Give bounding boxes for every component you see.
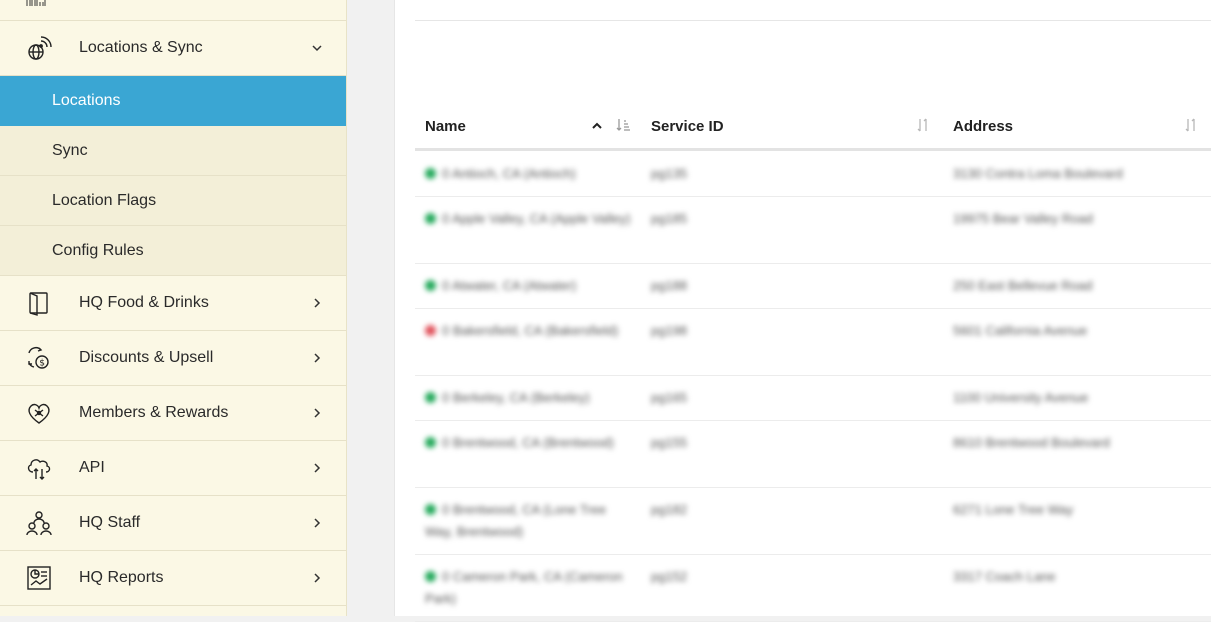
sidebar-item-config-rules[interactable]: Config Rules <box>0 226 346 276</box>
table-row[interactable]: 0 Brentwood, CA (Lone Tree Way, Brentwoo… <box>415 487 1211 555</box>
sidebar-item-label: HQ Reports <box>79 569 164 586</box>
cell-address: 6271 Lone Tree Way <box>953 502 1074 517</box>
discount-exchange-icon: $ <box>26 345 52 371</box>
status-dot-icon <box>425 213 436 224</box>
cell-location-name[interactable]: 0 Cameron Park, CA (Cameron Park) <box>425 566 635 610</box>
table-row[interactable]: 0 Berkeley, CA (Berkeley) pg165 1100 Unive… <box>415 375 1211 421</box>
table-row[interactable]: 0 Antioch, CA (Antioch) pg135 3130 Contra … <box>415 151 1211 197</box>
sort-order-icon[interactable] <box>615 117 631 138</box>
table-row[interactable]: 0 Brentwood, CA (Brentwood) pg155 8610 Bre… <box>415 420 1211 488</box>
cell-location-name[interactable]: 0 Bakersfield, CA (Bakersfield) <box>425 320 635 342</box>
sidebar-item-discounts-upsell[interactable]: $ Discounts & Upsell <box>0 331 346 386</box>
status-dot-icon <box>425 325 436 336</box>
sidebar-item-hq-reports[interactable]: HQ Reports <box>0 551 346 606</box>
status-dot-icon <box>425 392 436 403</box>
cell-service-id: pg198 <box>651 323 688 338</box>
table-row[interactable]: 0 Apple Valley, CA (Apple Valley) pg185 19… <box>415 196 1211 264</box>
chevron-right-icon <box>312 408 322 418</box>
status-dot-icon <box>425 504 436 515</box>
column-header-service-id[interactable]: Service ID <box>651 118 724 135</box>
location-name-text: 0 Antioch, CA (Antioch) <box>442 166 576 181</box>
sort-ascending-icon[interactable] <box>591 119 603 137</box>
cloud-transfer-icon <box>26 455 52 481</box>
cell-service-id: pg155 <box>651 435 688 450</box>
chevron-right-icon <box>312 353 322 363</box>
sidebar-item-hq-food-drinks[interactable]: HQ Food & Drinks <box>0 276 346 331</box>
cell-location-name[interactable]: 0 Atwater, CA (Atwater) <box>425 275 635 297</box>
location-name-text: 0 Apple Valley, CA (Apple Valley) <box>442 211 631 226</box>
sidebar-item-sync[interactable]: Sync <box>0 126 346 176</box>
sidebar-item-location-flags[interactable]: Location Flags <box>0 176 346 226</box>
sidebar-group-label: Locations & Sync <box>79 39 203 56</box>
status-dot-icon <box>425 571 436 582</box>
chevron-down-icon <box>312 43 322 53</box>
cell-service-id: pg182 <box>651 502 688 517</box>
sidebar-item-hq-staff[interactable]: HQ Staff <box>0 496 346 551</box>
svg-text:$: $ <box>39 359 45 369</box>
cell-location-name[interactable]: 0 Brentwood, CA (Lone Tree Way, Brentwoo… <box>425 499 635 543</box>
sidebar-item-api[interactable]: API <box>0 441 346 496</box>
location-name-text: 0 Brentwood, CA (Brentwood) <box>442 435 614 450</box>
cell-service-id: pg165 <box>651 390 688 405</box>
sidebar-top-stub <box>0 0 346 21</box>
location-name-text: 0 Atwater, CA (Atwater) <box>442 278 577 293</box>
sidebar: Locations & Sync Locations Sync Location… <box>0 0 347 616</box>
sidebar-item-label: Members & Rewards <box>79 404 229 421</box>
chevron-right-icon <box>312 463 322 473</box>
location-name-text: 0 Cameron Park, CA (Cameron Park) <box>425 569 623 606</box>
sidebar-item-label: Sync <box>52 141 88 159</box>
sidebar-item-label: Discounts & Upsell <box>79 349 214 366</box>
location-name-text: 0 Berkeley, CA (Berkeley) <box>442 390 590 405</box>
heart-gift-icon <box>26 400 52 426</box>
cell-location-name[interactable]: 0 Brentwood, CA (Brentwood) <box>425 432 635 454</box>
sidebar-item-label: API <box>79 459 105 476</box>
status-dot-icon <box>425 280 436 291</box>
cell-address: 3317 Coach Lane <box>953 569 1056 584</box>
sidebar-item-label: Location Flags <box>52 191 157 209</box>
column-header-name[interactable]: Name <box>425 118 466 135</box>
chevron-right-icon <box>312 298 322 308</box>
chevron-right-icon <box>312 518 322 528</box>
sidebar-item-label: Locations <box>52 91 121 109</box>
column-header-address[interactable]: Address <box>953 118 1013 135</box>
sort-toggle-icon[interactable] <box>1183 117 1199 138</box>
sidebar-item-label: Config Rules <box>52 241 144 259</box>
cell-service-id: pg152 <box>651 569 688 584</box>
cell-location-name[interactable]: 0 Berkeley, CA (Berkeley) <box>425 387 635 409</box>
chevron-right-icon <box>312 573 322 583</box>
location-name-text: 0 Brentwood, CA (Lone Tree Way, Brentwoo… <box>425 502 607 539</box>
cell-address: 250 East Bellevue Road <box>953 278 1093 293</box>
table-row[interactable]: 0 Atwater, CA (Atwater) pg188 250 East Bel… <box>415 263 1211 309</box>
sidebar-group-locations-sync[interactable]: Locations & Sync <box>0 21 346 76</box>
staff-group-icon <box>26 510 52 536</box>
cell-service-id: pg185 <box>651 211 688 226</box>
location-name-text: 0 Bakersfield, CA (Bakersfield) <box>442 323 619 338</box>
table-row[interactable]: 0 Bakersfield, CA (Bakersfield) pg198 5601… <box>415 308 1211 376</box>
sort-toggle-icon[interactable] <box>915 117 931 138</box>
table-header: Name Service ID Address <box>415 106 1211 151</box>
cell-service-id: pg135 <box>651 166 688 181</box>
status-dot-icon <box>425 437 436 448</box>
cell-location-name[interactable]: 0 Apple Valley, CA (Apple Valley) <box>425 208 635 230</box>
cell-address: 1100 University Avenue <box>953 390 1089 405</box>
cell-address: 5601 California Avenue <box>953 323 1088 338</box>
cell-location-name[interactable]: 0 Antioch, CA (Antioch) <box>425 163 635 185</box>
barcode-icon <box>26 0 46 6</box>
report-chart-icon <box>26 565 52 591</box>
cell-address: 8610 Brentwood Boulevard <box>953 435 1110 450</box>
menu-book-icon <box>26 290 52 316</box>
cell-service-id: pg188 <box>651 278 688 293</box>
sidebar-item-locations[interactable]: Locations <box>0 76 346 126</box>
globe-signal-icon <box>26 35 52 61</box>
panel-divider <box>415 20 1211 21</box>
cell-address: 19975 Bear Valley Road <box>953 211 1093 226</box>
status-dot-icon <box>425 168 436 179</box>
sidebar-item-members-rewards[interactable]: Members & Rewards <box>0 386 346 441</box>
sidebar-item-label: HQ Food & Drinks <box>79 294 209 311</box>
cell-address: 3130 Contra Loma Boulevard <box>953 166 1123 181</box>
table-row[interactable]: 0 Cameron Park, CA (Cameron Park) pg152 33… <box>415 554 1211 622</box>
sidebar-item-label: HQ Staff <box>79 514 141 531</box>
locations-panel: Name Service ID Address 0 Antioch, CA (A… <box>394 0 1211 622</box>
